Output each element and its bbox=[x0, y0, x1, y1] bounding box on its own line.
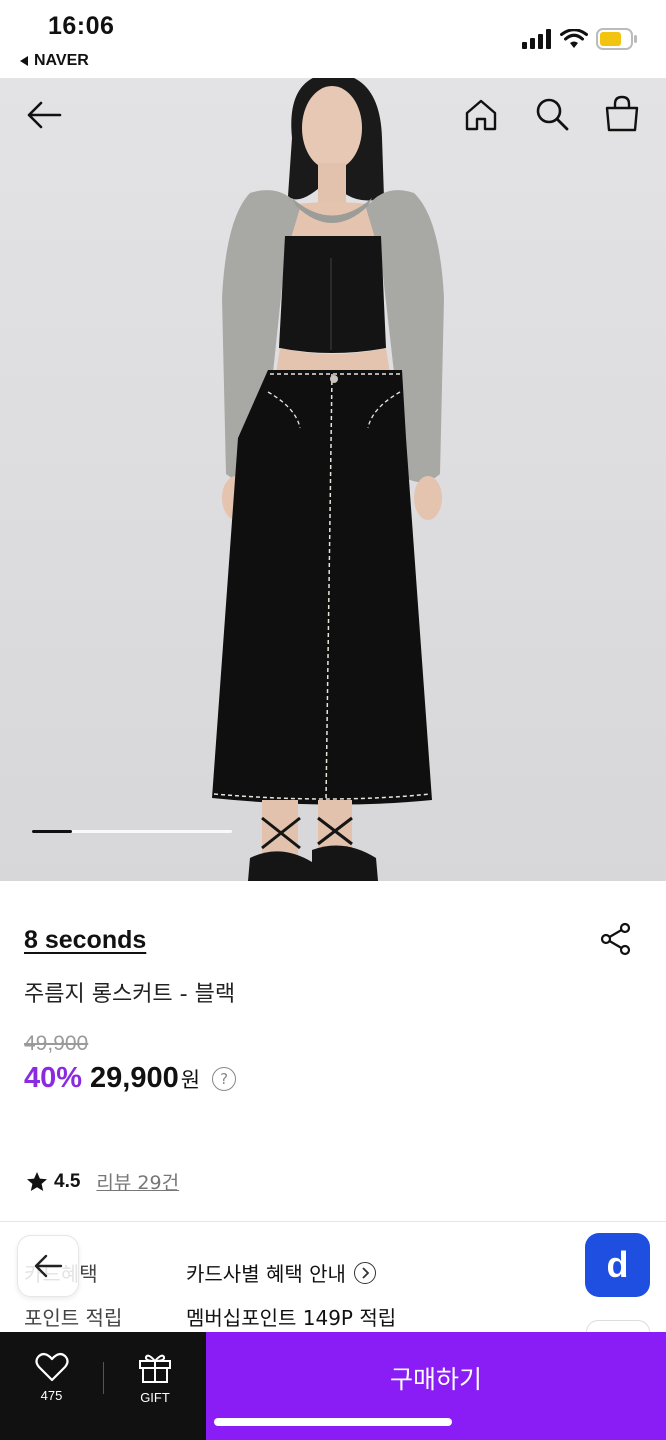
shopping-bag-icon[interactable] bbox=[604, 94, 640, 132]
gallery-progress-fill bbox=[32, 830, 72, 833]
benefit-value: 카드사별 혜택 안내 bbox=[186, 1258, 376, 1287]
back-to-app-link[interactable]: NAVER bbox=[20, 52, 89, 70]
back-triangle-icon bbox=[20, 56, 28, 66]
price-row: 40% 29,900 원 ? bbox=[24, 1062, 237, 1095]
signal-icon bbox=[522, 29, 551, 49]
battery-icon bbox=[596, 28, 637, 50]
product-image-gallery[interactable] bbox=[0, 78, 666, 881]
status-time: 16:06 bbox=[48, 12, 115, 40]
search-icon[interactable] bbox=[534, 96, 570, 132]
status-bar: 16:06 NAVER bbox=[0, 0, 666, 78]
gallery-progress-track bbox=[32, 830, 232, 833]
like-button[interactable]: 475 bbox=[0, 1332, 103, 1440]
benefit-value-text: 멤버십포인트 149P 적립 bbox=[186, 1306, 397, 1330]
section-divider bbox=[0, 1221, 666, 1222]
sale-price: 29,900 bbox=[90, 1062, 179, 1094]
product-name: 주름지 롱스커트 - 블랙 bbox=[24, 982, 236, 1007]
chevron-right-circle-icon[interactable] bbox=[353, 1261, 376, 1284]
price-help-icon[interactable]: ? bbox=[212, 1066, 237, 1091]
d-app-button[interactable]: d bbox=[585, 1233, 650, 1297]
heart-icon bbox=[34, 1352, 69, 1382]
product-photo bbox=[212, 78, 444, 881]
back-app-label: NAVER bbox=[34, 52, 89, 69]
benefit-label: 포인트 적립 bbox=[24, 1306, 123, 1330]
star-icon bbox=[27, 1172, 47, 1191]
brand-link[interactable]: 8 seconds bbox=[24, 926, 146, 955]
benefit-value-text: 카드사별 혜택 안내 bbox=[186, 1262, 346, 1286]
gift-icon bbox=[139, 1354, 171, 1383]
share-icon[interactable] bbox=[600, 922, 632, 956]
discount-rate: 40% bbox=[24, 1062, 83, 1094]
floating-back-button[interactable] bbox=[17, 1235, 79, 1297]
back-arrow-icon[interactable] bbox=[26, 100, 62, 130]
rating-value: 4.5 bbox=[54, 1170, 81, 1192]
like-count: 475 bbox=[40, 1388, 63, 1403]
benefit-value: 멤버십포인트 149P 적립 bbox=[186, 1302, 396, 1331]
rating-row: 4.5 리뷰 29건 bbox=[26, 1168, 179, 1195]
gift-button[interactable]: GIFT bbox=[104, 1332, 206, 1440]
home-indicator bbox=[214, 1418, 452, 1426]
back-arrow-icon bbox=[34, 1254, 63, 1278]
gift-label: GIFT bbox=[140, 1390, 170, 1405]
original-price: 49,900 bbox=[24, 1032, 89, 1055]
status-icons bbox=[522, 28, 638, 50]
currency-unit: 원 bbox=[180, 1068, 201, 1092]
wifi-icon bbox=[560, 29, 588, 48]
home-icon[interactable] bbox=[464, 98, 498, 132]
review-count-link[interactable]: 리뷰 29건 bbox=[96, 1168, 179, 1195]
